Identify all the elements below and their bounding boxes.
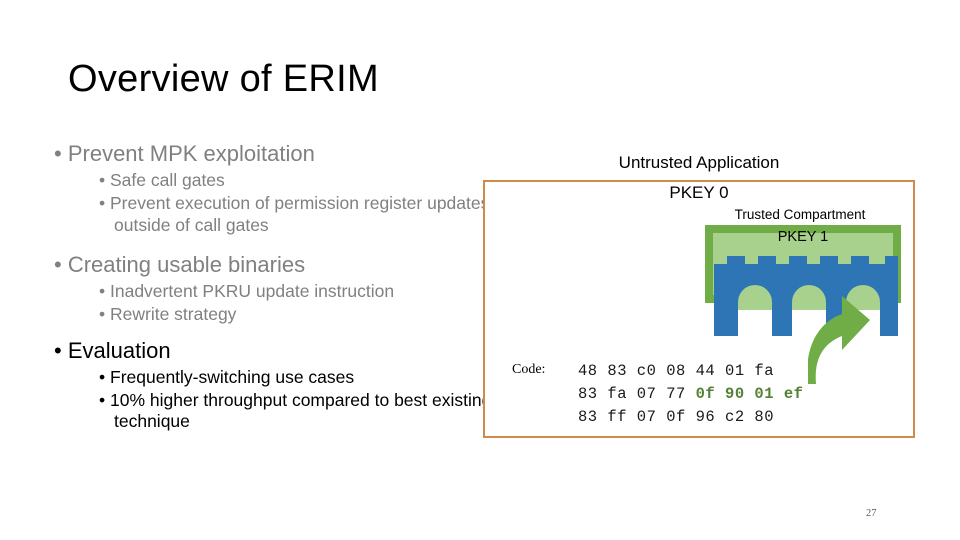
code-line-plain: 83 ff 07 0f 96 c2 80 — [578, 408, 775, 426]
code-line-highlight: 0f 90 01 ef — [695, 385, 804, 403]
code-line: 83 fa 07 77 0f 90 01 ef — [578, 383, 803, 406]
untrusted-application-label: Untrusted Application — [618, 153, 780, 172]
outline-item-l2: Rewrite strategy — [58, 304, 498, 326]
trusted-compartment-label: Trusted Compartment — [734, 207, 866, 222]
code-line: 48 83 c0 08 44 01 fa — [578, 360, 803, 383]
outline-item-l2: Safe call gates — [58, 170, 498, 192]
fortress-wall-icon — [714, 256, 898, 336]
page-number: 27 — [866, 508, 877, 519]
code-line-plain: 83 fa 07 77 — [578, 385, 696, 403]
page-title: Overview of ERIM — [68, 58, 379, 100]
outline-item-l1: Evaluation — [58, 337, 498, 365]
slide: Overview of ERIM Prevent MPK exploitatio… — [0, 0, 960, 540]
untrusted-application-box — [483, 180, 915, 438]
curved-arrow-icon — [808, 296, 870, 384]
bullet-outline: Prevent MPK exploitation Safe call gates… — [58, 140, 498, 434]
pkey0-label: PKEY 0 — [669, 183, 729, 202]
code-line: 83 ff 07 0f 96 c2 80 — [578, 406, 803, 429]
trusted-compartment-box — [705, 225, 901, 303]
code-label: Code: — [512, 362, 546, 377]
code-bytes: 48 83 c0 08 44 01 fa 83 fa 07 77 0f 90 0… — [578, 360, 803, 429]
outline-item-l1: Prevent MPK exploitation — [58, 140, 498, 168]
outline-item-l2: Prevent execution of permission register… — [58, 193, 498, 236]
outline-item-l2: 10% higher throughput compared to best e… — [58, 390, 498, 433]
outline-item-l1: Creating usable binaries — [58, 251, 498, 279]
pkey1-label: PKEY 1 — [777, 229, 829, 245]
outline-item-l2: Frequently-switching use cases — [58, 367, 498, 389]
outline-item-l2: Inadvertent PKRU update instruction — [58, 281, 498, 303]
code-line-plain: 48 83 c0 08 44 01 fa — [578, 362, 775, 380]
